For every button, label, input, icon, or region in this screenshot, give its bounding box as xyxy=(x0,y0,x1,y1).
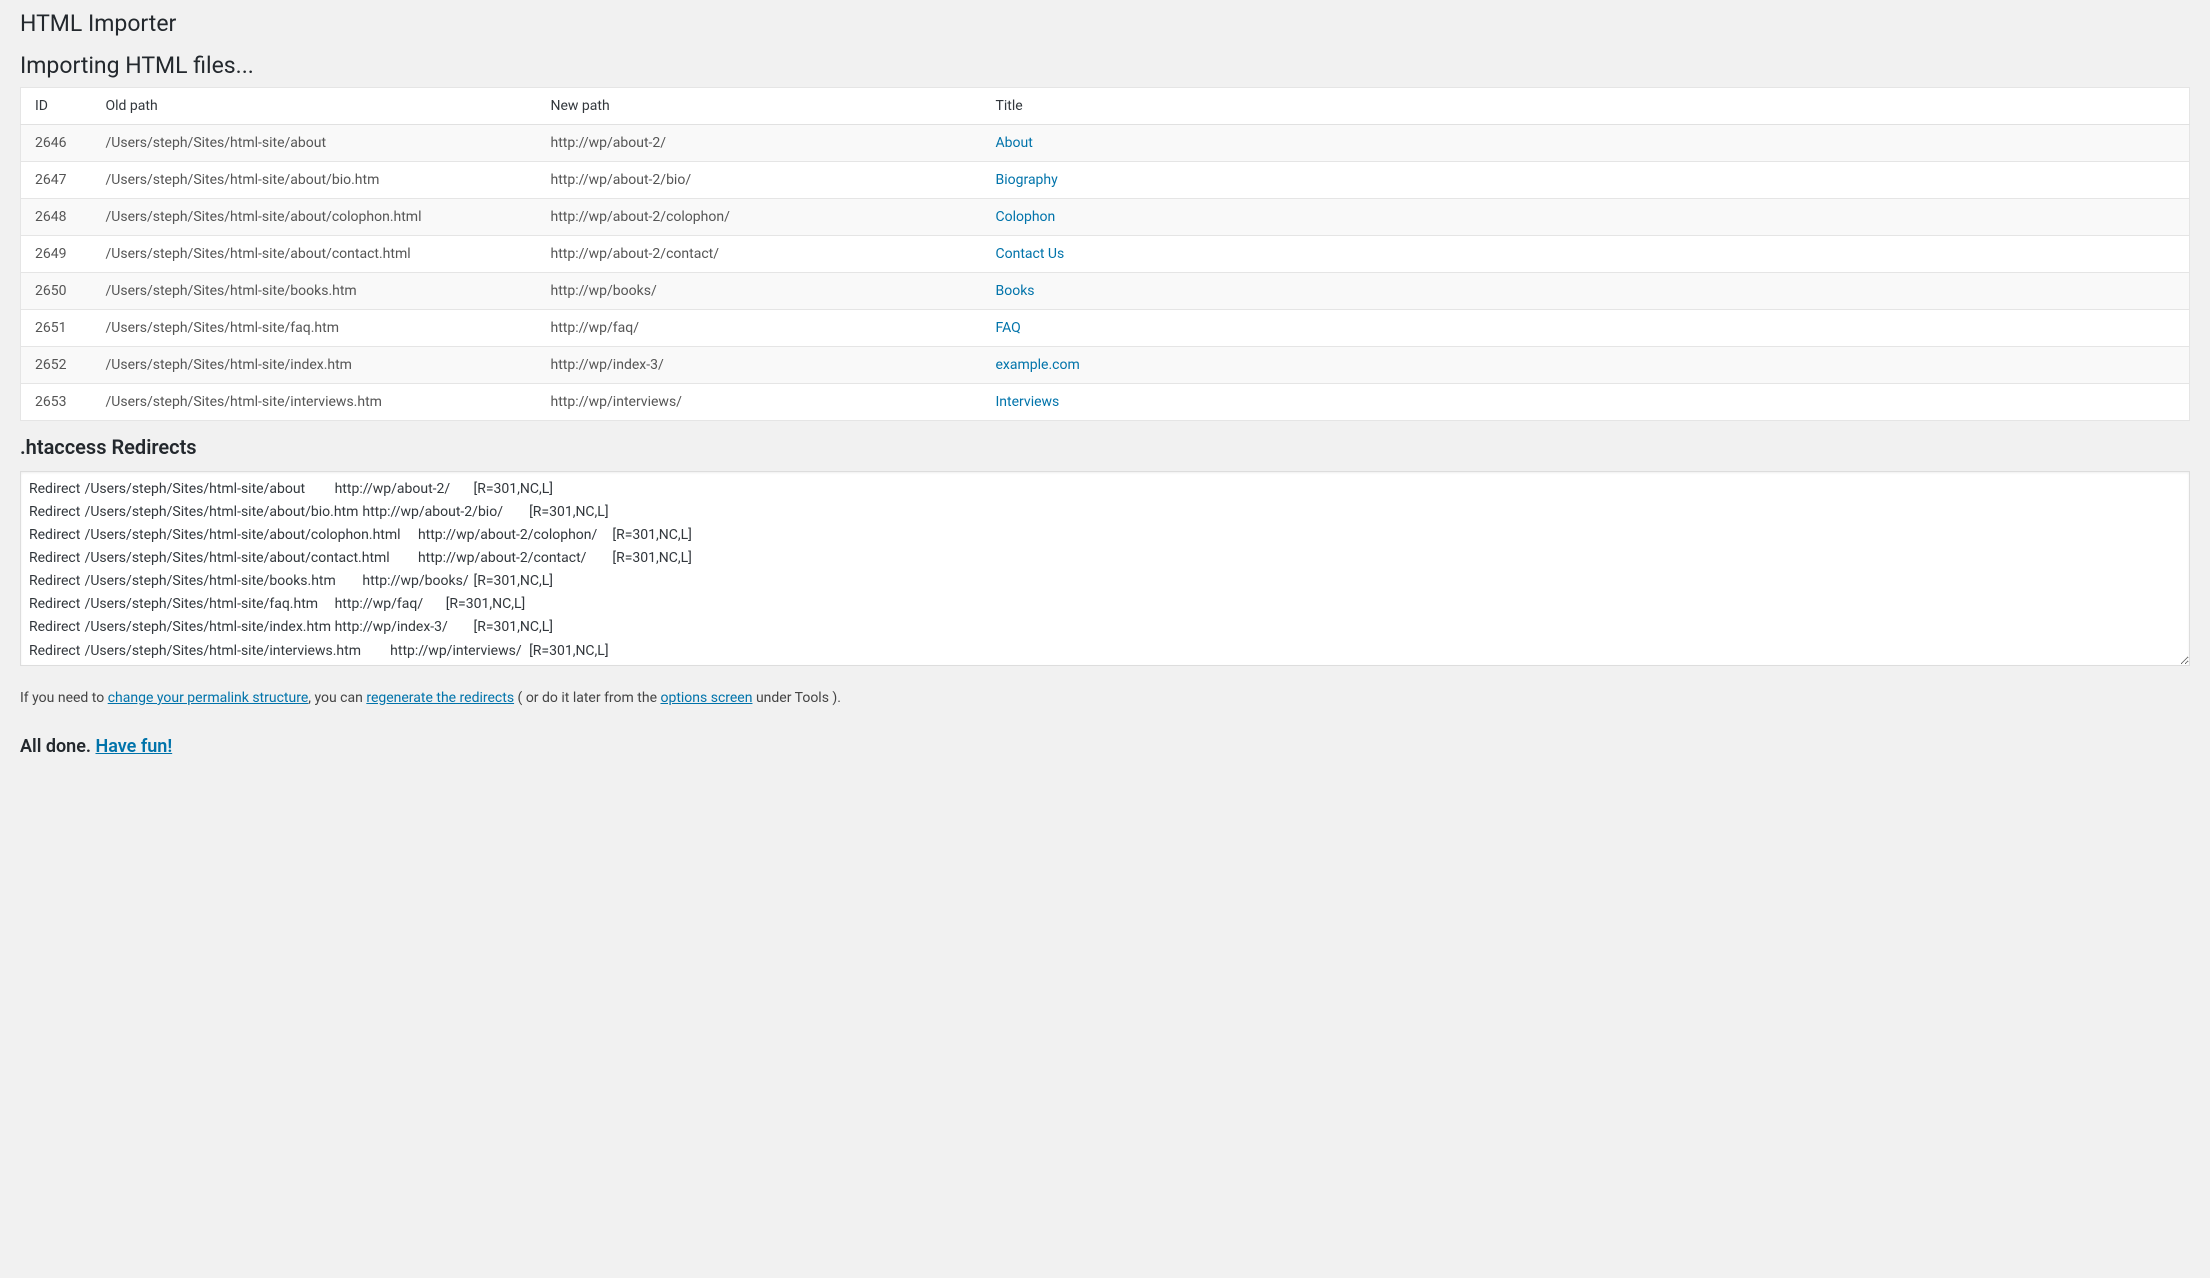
cell-id: 2646 xyxy=(21,124,96,161)
title-link[interactable]: About xyxy=(996,135,1033,151)
footer-note: If you need to change your permalink str… xyxy=(20,690,2190,706)
table-row: 2649/Users/steph/Sites/html-site/about/c… xyxy=(21,235,2190,272)
cell-old-path: /Users/steph/Sites/html-site/about/conta… xyxy=(96,235,541,272)
cell-new-path: http://wp/books/ xyxy=(541,272,986,309)
title-link[interactable]: example.com xyxy=(996,357,1080,373)
cell-old-path: /Users/steph/Sites/html-site/about/bio.h… xyxy=(96,161,541,198)
cell-new-path: http://wp/about-2/contact/ xyxy=(541,235,986,272)
cell-title: Biography xyxy=(986,161,2190,198)
cell-old-path: /Users/steph/Sites/html-site/interviews.… xyxy=(96,383,541,420)
cell-title: FAQ xyxy=(986,309,2190,346)
cell-id: 2649 xyxy=(21,235,96,272)
table-row: 2653/Users/steph/Sites/html-site/intervi… xyxy=(21,383,2190,420)
cell-title: Books xyxy=(986,272,2190,309)
cell-id: 2650 xyxy=(21,272,96,309)
table-header-row: ID Old path New path Title xyxy=(21,87,2190,124)
all-done-prefix: All done. xyxy=(20,736,96,757)
footer-text-mid1: , you can xyxy=(308,690,366,706)
cell-new-path: http://wp/about-2/ xyxy=(541,124,986,161)
table-row: 2652/Users/steph/Sites/html-site/index.h… xyxy=(21,346,2190,383)
cell-old-path: /Users/steph/Sites/html-site/about xyxy=(96,124,541,161)
title-link[interactable]: FAQ xyxy=(996,320,1021,336)
permalink-structure-link[interactable]: change your permalink structure xyxy=(108,690,309,706)
table-row: 2648/Users/steph/Sites/html-site/about/c… xyxy=(21,198,2190,235)
cell-id: 2652 xyxy=(21,346,96,383)
have-fun-link[interactable]: Have fun! xyxy=(96,736,173,757)
options-screen-link[interactable]: options screen xyxy=(660,690,752,706)
title-link[interactable]: Contact Us xyxy=(996,246,1065,262)
footer-text-prefix: If you need to xyxy=(20,690,108,706)
cell-title: Interviews xyxy=(986,383,2190,420)
title-link[interactable]: Colophon xyxy=(996,209,1056,225)
cell-new-path: http://wp/about-2/colophon/ xyxy=(541,198,986,235)
cell-new-path: http://wp/about-2/bio/ xyxy=(541,161,986,198)
cell-title: Colophon xyxy=(986,198,2190,235)
col-header-id: ID xyxy=(21,87,96,124)
cell-title: example.com xyxy=(986,346,2190,383)
all-done-heading: All done. Have fun! xyxy=(20,722,2190,765)
table-row: 2647/Users/steph/Sites/html-site/about/b… xyxy=(21,161,2190,198)
cell-old-path: /Users/steph/Sites/html-site/about/colop… xyxy=(96,198,541,235)
import-subtitle: Importing HTML files... xyxy=(20,43,2190,87)
cell-new-path: http://wp/index-3/ xyxy=(541,346,986,383)
cell-old-path: /Users/steph/Sites/html-site/index.htm xyxy=(96,346,541,383)
cell-title: Contact Us xyxy=(986,235,2190,272)
table-row: 2646/Users/steph/Sites/html-site/aboutht… xyxy=(21,124,2190,161)
cell-title: About xyxy=(986,124,2190,161)
redirects-heading: .htaccess Redirects xyxy=(20,421,2190,467)
cell-id: 2647 xyxy=(21,161,96,198)
col-header-title: Title xyxy=(986,87,2190,124)
title-link[interactable]: Biography xyxy=(996,172,1058,188)
cell-id: 2653 xyxy=(21,383,96,420)
redirects-textarea[interactable] xyxy=(20,471,2190,666)
col-header-new-path: New path xyxy=(541,87,986,124)
cell-new-path: http://wp/interviews/ xyxy=(541,383,986,420)
page-title: HTML Importer xyxy=(20,0,2190,43)
cell-old-path: /Users/steph/Sites/html-site/books.htm xyxy=(96,272,541,309)
footer-text-mid2: ( or do it later from the xyxy=(514,690,660,706)
title-link[interactable]: Books xyxy=(996,283,1035,299)
regenerate-redirects-link[interactable]: regenerate the redirects xyxy=(366,690,514,706)
col-header-old-path: Old path xyxy=(96,87,541,124)
table-row: 2650/Users/steph/Sites/html-site/books.h… xyxy=(21,272,2190,309)
cell-id: 2648 xyxy=(21,198,96,235)
title-link[interactable]: Interviews xyxy=(996,394,1060,410)
cell-id: 2651 xyxy=(21,309,96,346)
table-row: 2651/Users/steph/Sites/html-site/faq.htm… xyxy=(21,309,2190,346)
import-results-table: ID Old path New path Title 2646/Users/st… xyxy=(20,87,2190,421)
footer-text-suffix: under Tools ). xyxy=(752,690,841,706)
cell-new-path: http://wp/faq/ xyxy=(541,309,986,346)
cell-old-path: /Users/steph/Sites/html-site/faq.htm xyxy=(96,309,541,346)
